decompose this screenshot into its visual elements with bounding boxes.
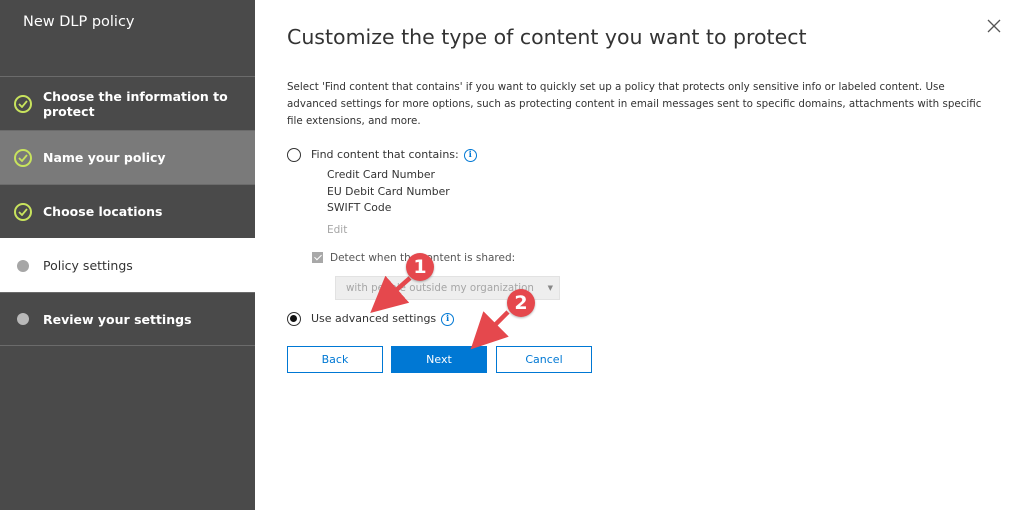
annotation-badge-2: 2: [507, 289, 535, 317]
step-check-icon: [12, 93, 34, 115]
step-label: Choose locations: [43, 204, 163, 219]
advanced-settings-radio[interactable]: [287, 312, 301, 326]
step-check-icon: [12, 147, 34, 169]
advanced-settings-label: Use advanced settings: [311, 312, 437, 325]
advanced-settings-option: Use advanced settings i: [311, 312, 455, 326]
find-content-option: Find content that contains: i: [311, 148, 477, 162]
page-title: Customize the type of content you want t…: [287, 25, 807, 49]
step-name-policy[interactable]: Name your policy: [0, 130, 255, 184]
detect-shared-checkbox[interactable]: [312, 252, 323, 263]
back-button[interactable]: Back: [287, 346, 383, 373]
wizard-steps: Choose the information to protect Name y…: [0, 76, 255, 346]
share-scope-value: with people outside my organization: [346, 282, 534, 294]
annotation-badge-1: 1: [406, 253, 434, 281]
step-dot-icon: [12, 308, 34, 330]
step-choose-information[interactable]: Choose the information to protect: [0, 76, 255, 130]
next-button[interactable]: Next: [391, 346, 487, 373]
step-label: Review your settings: [43, 311, 192, 327]
content-type-item: SWIFT Code: [327, 201, 392, 214]
content-type-item: Credit Card Number: [327, 168, 435, 181]
content-type-item: EU Debit Card Number: [327, 184, 450, 198]
content-types-list: Credit Card Number EU Debit Card Number …: [327, 167, 450, 217]
step-choose-locations[interactable]: Choose locations: [0, 184, 255, 238]
find-content-radio[interactable]: [287, 148, 301, 162]
step-label: Name your policy: [43, 150, 166, 165]
close-icon[interactable]: [985, 17, 1003, 35]
cancel-button[interactable]: Cancel: [496, 346, 592, 373]
info-icon[interactable]: i: [463, 149, 477, 162]
step-policy-settings[interactable]: Policy settings: [0, 238, 255, 292]
find-content-label: Find content that contains:: [311, 148, 459, 161]
wizard-sidebar: New DLP policy Choose the information to…: [0, 0, 255, 510]
step-review-settings[interactable]: Review your settings: [0, 292, 255, 346]
step-check-icon: [12, 201, 34, 223]
step-label: Policy settings: [43, 258, 133, 273]
step-label: Choose the information to protect: [43, 88, 228, 119]
edit-link[interactable]: Edit: [327, 224, 347, 236]
info-icon[interactable]: i: [441, 313, 455, 326]
page-description: Select 'Find content that contains' if y…: [287, 81, 982, 127]
caret-down-icon: ▼: [547, 284, 553, 292]
annotation-arrow-2: [470, 310, 510, 350]
wizard-title: New DLP policy: [23, 14, 135, 30]
step-dot-icon: [12, 255, 34, 277]
